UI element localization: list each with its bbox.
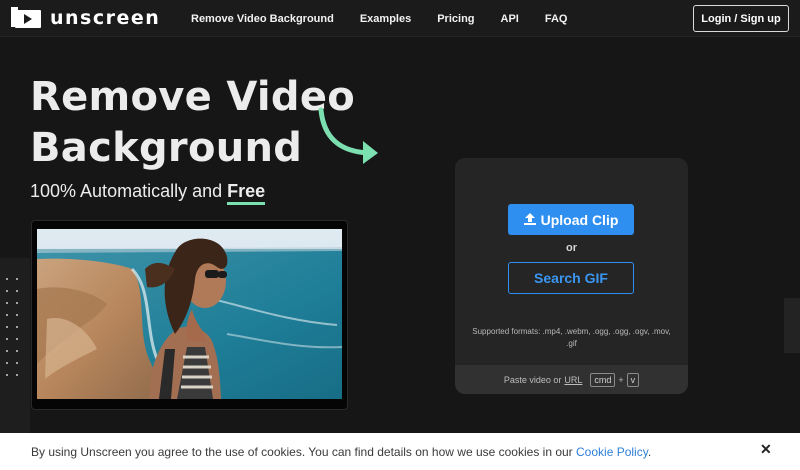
cookie-banner: By using Unscreen you agree to the use o… [0,433,800,470]
upload-card: Upload Clip or Search GIF Supported form… [455,158,688,394]
nav-link-examples[interactable]: Examples [360,13,411,25]
nav-links: Remove Video Background Examples Pricing… [176,0,593,37]
demo-video-monitor [31,220,348,410]
hero-subtitle-free: Free [227,181,266,205]
hero-subtitle-prefix: 100% Automatically and [30,181,223,201]
cookie-period: . [647,445,652,459]
logo-text: unscreen [50,7,161,29]
demo-video-preview[interactable] [37,229,342,399]
kbd-cmd: cmd [590,372,616,387]
logo-play-icon [11,7,41,29]
paste-prefix: Paste video or [503,374,562,385]
paste-video-bar: Paste video or URL cmd + v [455,365,688,394]
cookie-message: By using Unscreen you agree to the use o… [31,445,573,459]
supported-formats-text: Supported formats: .mp4, .webm, .ogg, .o… [472,327,671,348]
nav-link-api[interactable]: API [501,13,519,25]
kbd-v: v [626,372,640,387]
dot-pattern-decoration [0,258,30,438]
curved-arrow-icon [318,107,378,164]
hero-title: Remove Video Background [30,74,356,171]
nav-link-pricing[interactable]: Pricing [437,13,474,25]
search-gif-button[interactable]: Search GIF [508,262,634,294]
upload-clip-button[interactable]: Upload Clip [508,204,634,235]
or-separator: or [566,242,577,254]
edge-decoration [784,298,800,353]
paste-url-link[interactable]: URL [564,375,582,385]
cookie-policy-link[interactable]: Cookie Policy [576,445,648,459]
upload-icon [523,212,536,228]
login-signup-button[interactable]: Login / Sign up [693,5,789,32]
nav-link-remove-video-background[interactable]: Remove Video Background [191,13,334,25]
logo[interactable]: unscreen [11,7,160,29]
upload-clip-label: Upload Clip [540,211,619,228]
hero-subtitle: 100% Automatically and Free [30,181,266,205]
top-nav: unscreen Remove Video Background Example… [0,0,800,37]
kbd-plus: + [618,374,624,385]
close-icon[interactable]: ✕ [760,441,772,458]
cookie-text: By using Unscreen you agree to the use o… [31,445,651,459]
nav-link-faq[interactable]: FAQ [545,13,568,25]
